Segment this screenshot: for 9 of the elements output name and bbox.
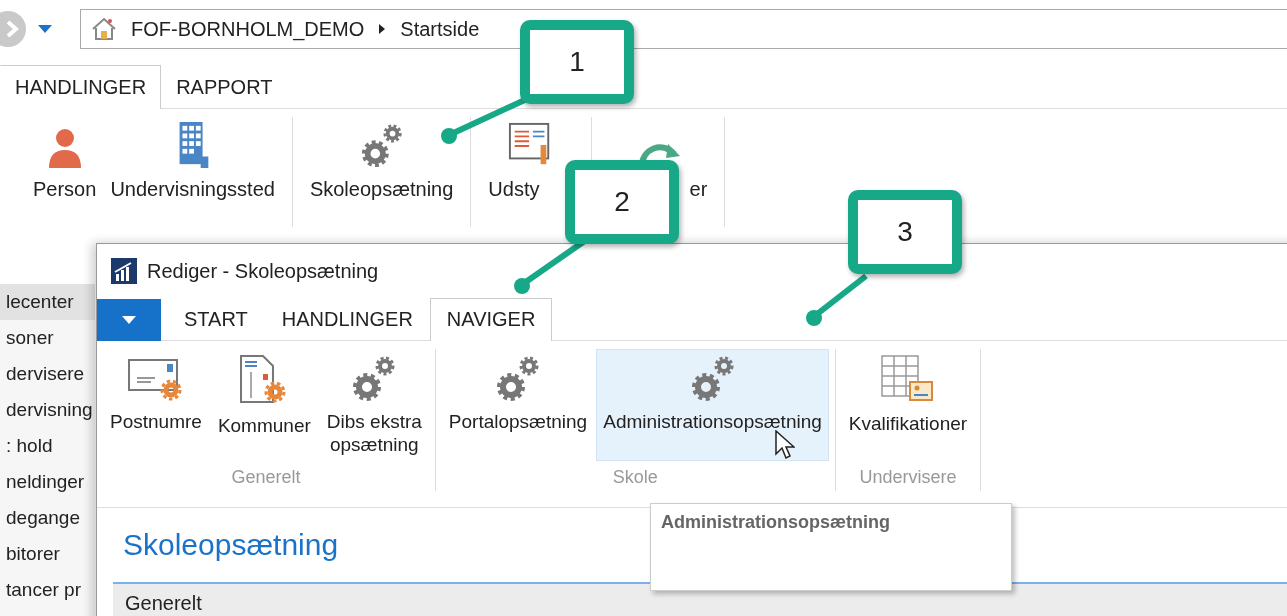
page-heading: Skoleopsætning [123, 528, 340, 562]
callout-tooltip: 1 [520, 20, 634, 104]
callout-tooltip: 3 [848, 190, 962, 274]
group-label: Skole [612, 467, 658, 488]
group-label: Undervisere [859, 467, 957, 488]
group-label: Generelt [231, 467, 301, 488]
window-title: Rediger - Skoleopsætning [147, 259, 379, 283]
callout-tooltip: 2 [565, 160, 679, 244]
tooltip: Administrationsopsætning [650, 503, 1012, 591]
